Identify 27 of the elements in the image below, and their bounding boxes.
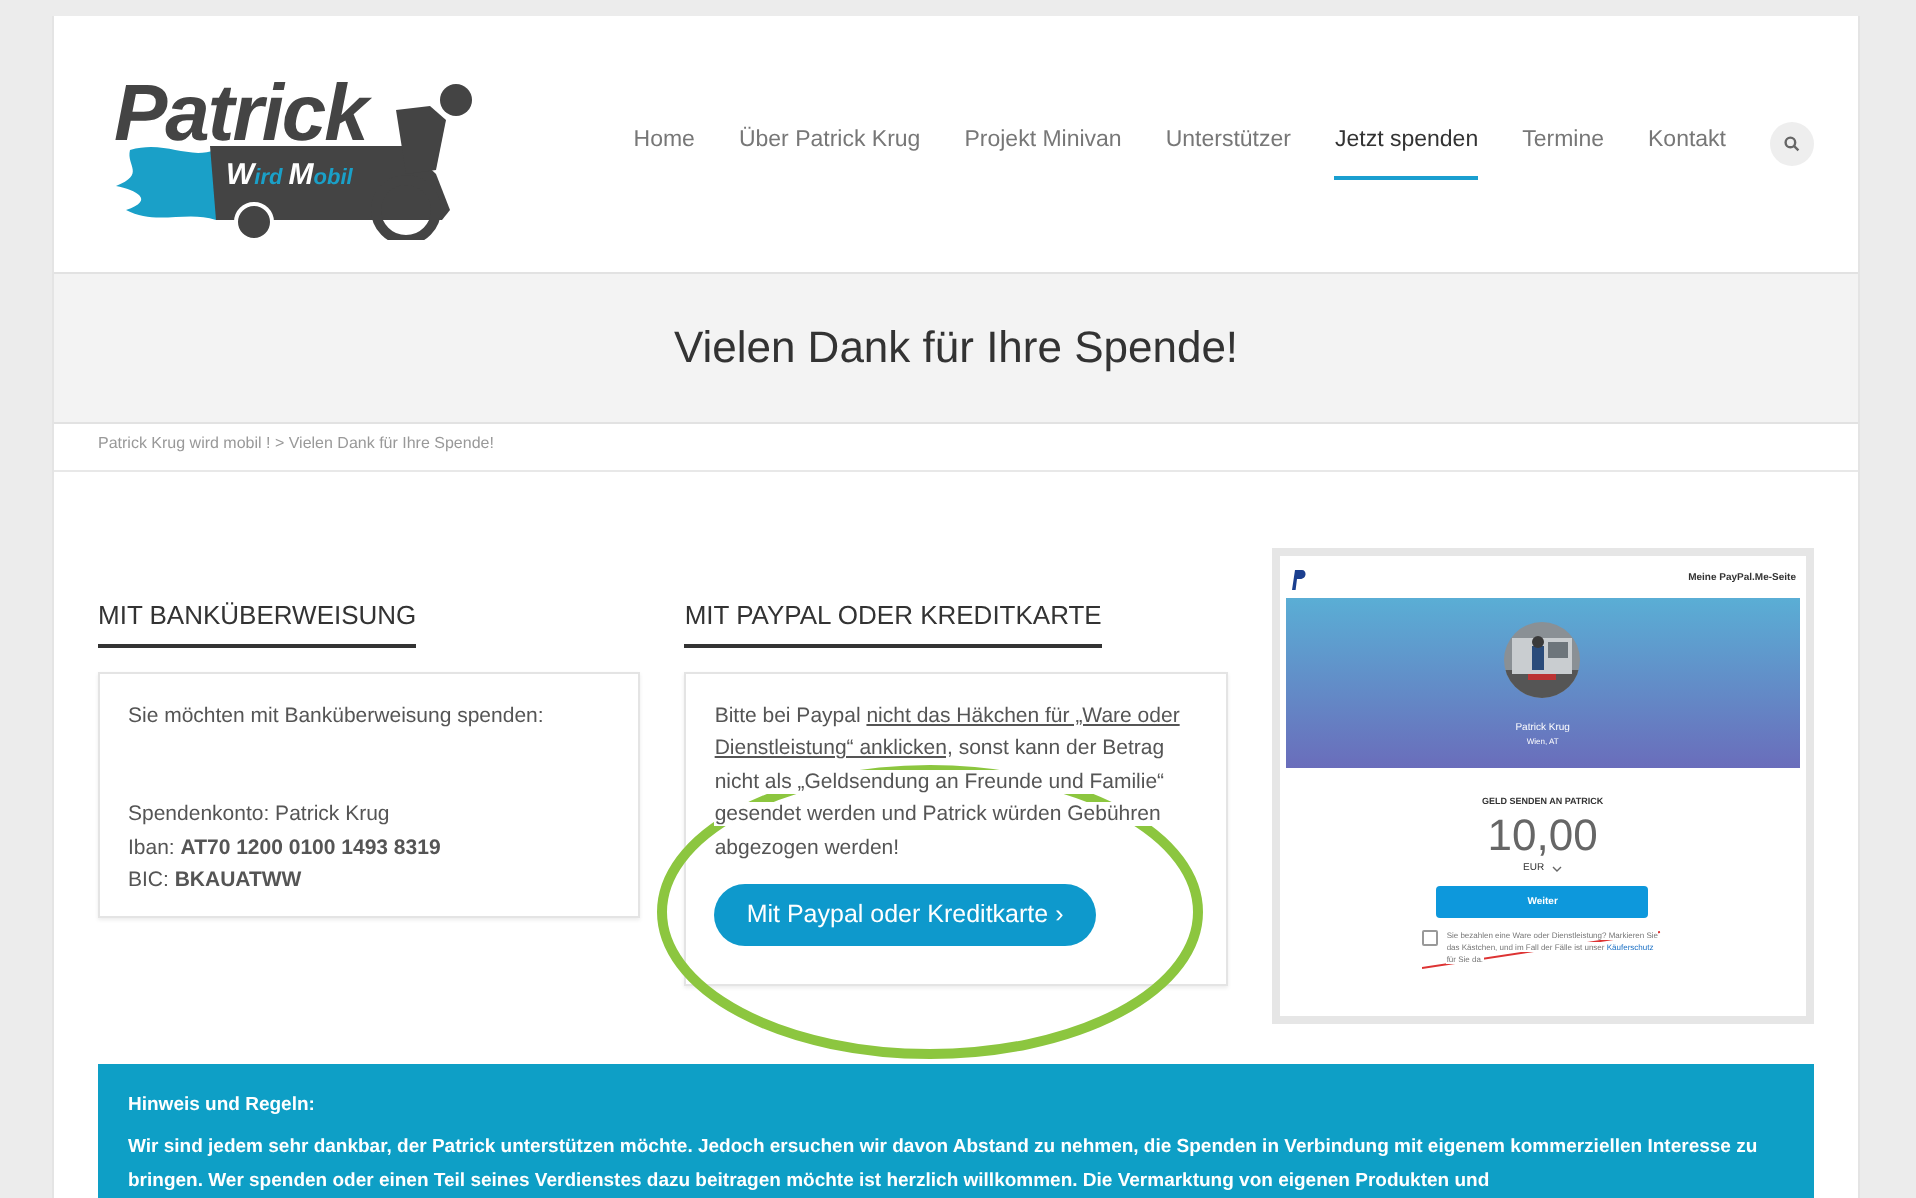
search-button[interactable] [1770, 122, 1814, 166]
nav-link[interactable]: Home [633, 108, 695, 180]
account-line: Iban: AT70 1200 0100 1493 8319 [128, 833, 443, 863]
chevron-down-icon [1552, 866, 1563, 872]
section-heading: MIT PAYPAL ODER KREDITKARTE [684, 596, 1102, 647]
account-line: BIC: BKAUATWW [128, 866, 304, 896]
notice-title: Hinweis und Regeln: [128, 1092, 317, 1120]
amount-value: 10,00 [1487, 809, 1598, 862]
checkbox[interactable] [1422, 930, 1439, 947]
search-icon [1784, 136, 1800, 152]
account-line: Spendenkonto: Patrick Krug [128, 800, 392, 830]
nav-link[interactable]: Kontakt [1648, 108, 1726, 180]
paypal-logo-icon [1289, 570, 1306, 590]
notice-text: Wir sind jedem sehr dankbar, der Patrick unterstützen möchte. Jedoch ersuchen wir davon Abstand zu nehmen, die Spenden in Verbindung mit eigenem kommerziellen Interesse zu bringen. Wer spenden oder einen Teil seines Verdienstes dazu beitragen möchte ist herzlich willkommen. Die Vermarktung von eigenen Produkten und [128, 1134, 1760, 1196]
paypal-button[interactable]: Mit Paypal oder Kreditkarte › [714, 884, 1096, 945]
nav-link[interactable]: Über Patrick Krug [738, 108, 921, 180]
nav-link[interactable]: Jetzt spenden [1334, 108, 1479, 180]
nav-link[interactable]: Termine [1522, 108, 1604, 180]
nav-link[interactable]: Projekt Minivan [964, 108, 1122, 180]
instruction-link[interactable]: nicht das Häkchen für „Ware oder [866, 703, 1180, 727]
nav-link[interactable]: Unterstützer [1165, 108, 1291, 180]
intro-text: Sie möchten mit Banküberweisung spenden: [128, 701, 546, 731]
breadcrumb: Patrick Krug wird mobil ! > Vielen Dank für Ihre Spende! [98, 434, 494, 452]
page-title: Vielen Dank für Ihre Spende! [673, 321, 1239, 375]
instruction-link[interactable]: Dienstleistung“ anklicken [714, 736, 947, 760]
instruction-text: Bitte bei Paypal nicht das Häkchen für „Ware oder Dienstleistung“ anklicken, sonst kann der Betrag nicht als „Geldsendung an Freunde und Familie“ gesendet werden und Patrick würden Gebühren abgezogen werden! [714, 701, 1182, 863]
section-heading: MIT BANKÜBERWEISUNG [98, 596, 417, 647]
